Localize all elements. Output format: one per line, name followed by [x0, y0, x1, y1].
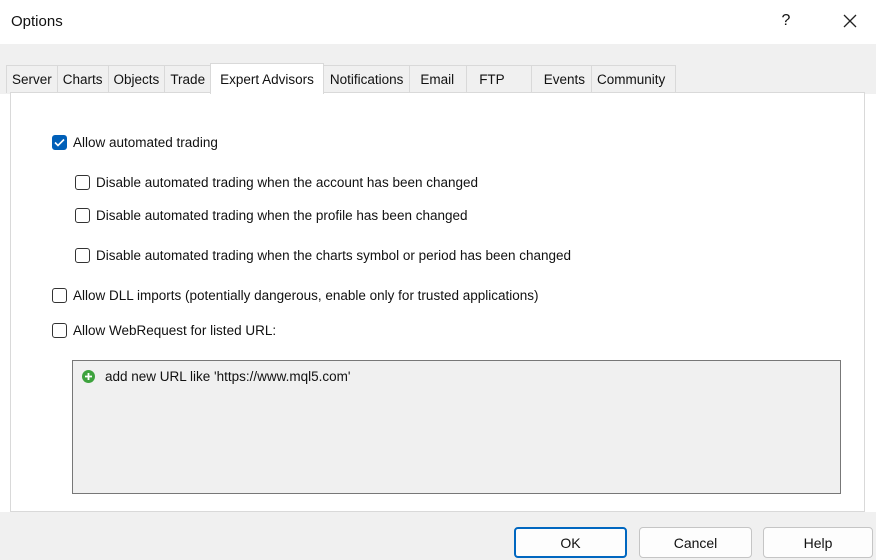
allow-dll-imports-label: Allow DLL imports (potentially dangerous…: [73, 288, 539, 303]
allow-dll-imports-checkbox[interactable]: [52, 288, 67, 303]
help-title-button[interactable]: ?: [770, 6, 802, 36]
add-icon: [82, 370, 95, 383]
tab-ftp[interactable]: FTP: [466, 65, 532, 93]
allow-automated-trading-checkbox[interactable]: [52, 135, 67, 150]
checkmark-icon: [54, 138, 65, 147]
close-icon: [843, 14, 857, 28]
disable-on-symbol-change-option[interactable]: Disable automated trading when the chart…: [75, 248, 571, 263]
help-button[interactable]: Help: [763, 527, 873, 558]
allow-webrequest-checkbox[interactable]: [52, 323, 67, 338]
allow-automated-trading-label: Allow automated trading: [73, 135, 218, 150]
allow-dll-imports-option[interactable]: Allow DLL imports (potentially dangerous…: [52, 288, 539, 303]
tab-trade[interactable]: Trade: [164, 65, 212, 93]
disable-on-symbol-change-label: Disable automated trading when the chart…: [96, 248, 572, 263]
close-button[interactable]: [830, 6, 870, 36]
tab-server[interactable]: Server: [6, 65, 58, 93]
disable-on-account-change-label: Disable automated trading when the accou…: [96, 175, 479, 190]
tab-strip: Server Charts Objects Trade Expert Advis…: [6, 63, 677, 94]
tab-community[interactable]: Community: [590, 65, 677, 93]
question-icon: ?: [781, 12, 791, 29]
disable-on-account-change-option[interactable]: Disable automated trading when the accou…: [75, 175, 478, 190]
disable-on-symbol-change-checkbox[interactable]: [75, 248, 90, 263]
tab-charts[interactable]: Charts: [56, 65, 109, 93]
window-title: Options: [11, 13, 63, 30]
tab-notifications[interactable]: Notifications: [322, 65, 411, 93]
add-url-item[interactable]: add new URL like 'https://www.mql5.com': [82, 369, 351, 384]
cancel-button[interactable]: Cancel: [639, 527, 752, 558]
tab-objects[interactable]: Objects: [107, 65, 166, 93]
allow-automated-trading-option[interactable]: Allow automated trading: [52, 135, 218, 150]
disable-on-profile-change-option[interactable]: Disable automated trading when the profi…: [75, 208, 468, 223]
add-url-label: add new URL like 'https://www.mql5.com': [105, 369, 351, 384]
disable-on-account-change-checkbox[interactable]: [75, 175, 90, 190]
tab-expert-advisors[interactable]: Expert Advisors: [210, 63, 324, 94]
allow-webrequest-option[interactable]: Allow WebRequest for listed URL:: [52, 323, 276, 338]
allow-webrequest-label: Allow WebRequest for listed URL:: [73, 323, 277, 338]
ok-button[interactable]: OK: [514, 527, 627, 558]
title-bar: Options ?: [0, 0, 876, 44]
tab-events[interactable]: Events: [530, 65, 592, 93]
disable-on-profile-change-label: Disable automated trading when the profi…: [96, 208, 468, 223]
url-list[interactable]: add new URL like 'https://www.mql5.com': [72, 360, 841, 494]
tab-email[interactable]: Email: [409, 65, 468, 93]
disable-on-profile-change-checkbox[interactable]: [75, 208, 90, 223]
